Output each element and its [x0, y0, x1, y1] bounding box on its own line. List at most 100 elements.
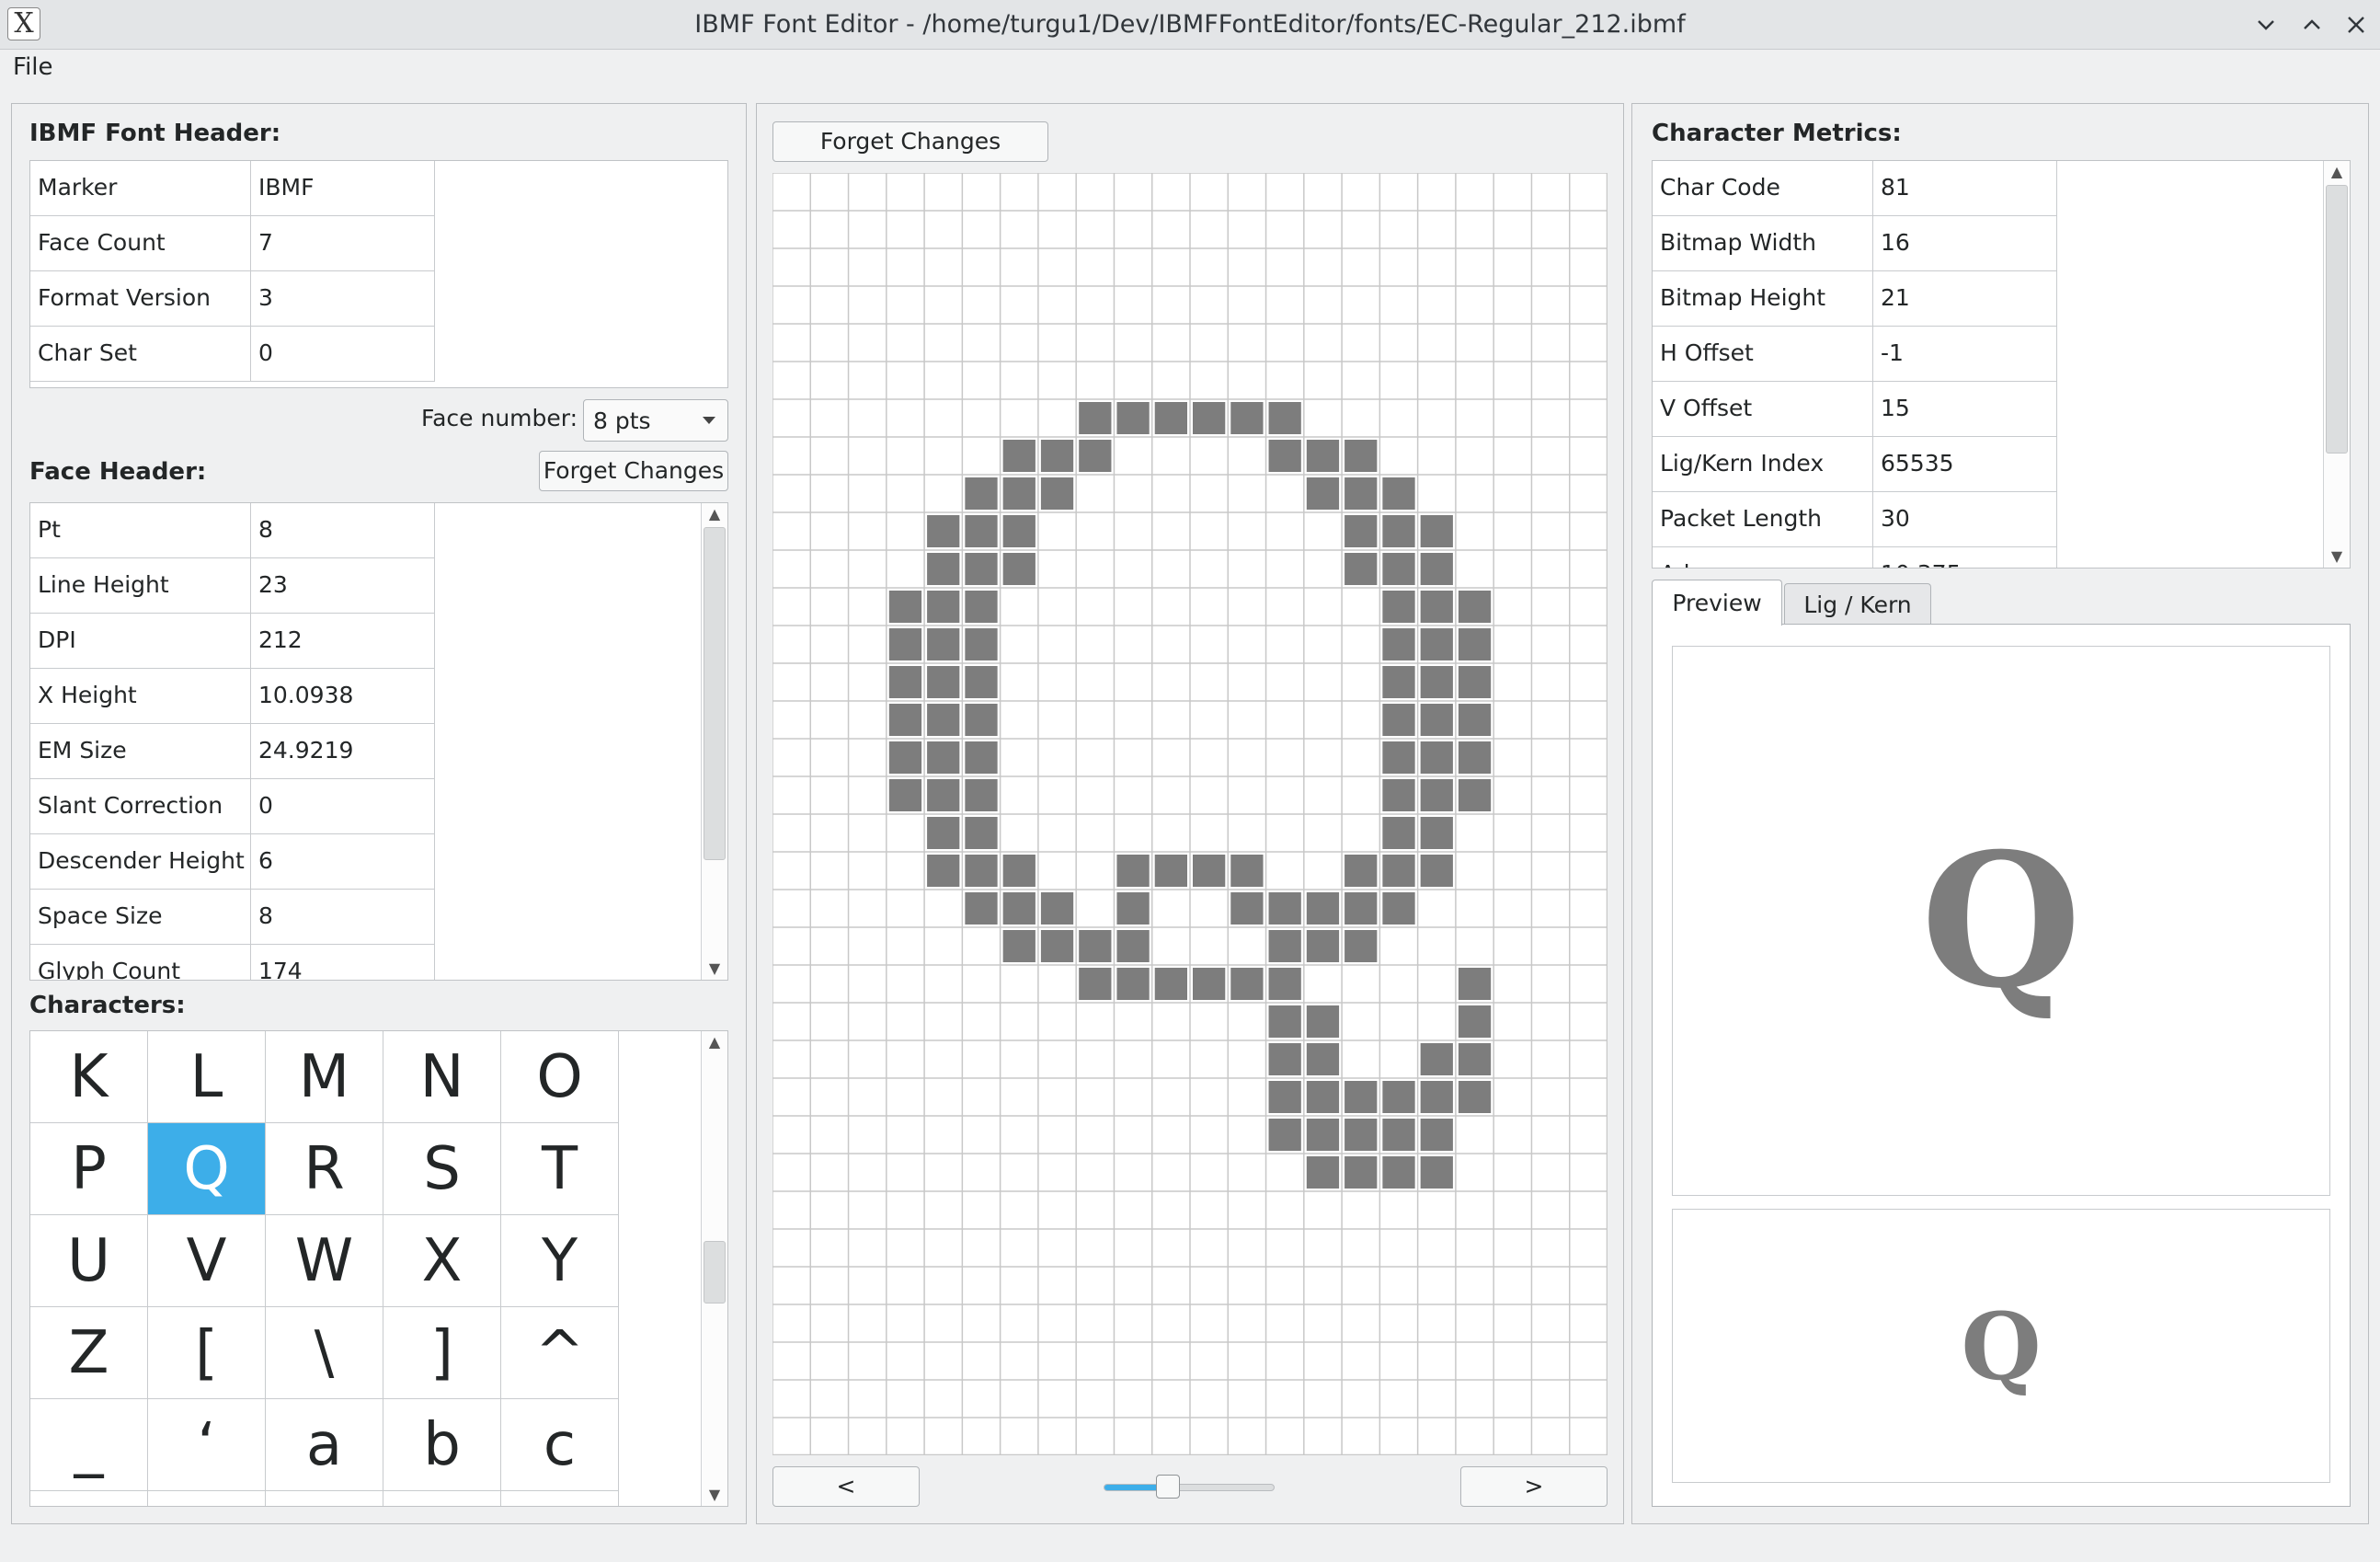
filled-pixel[interactable]	[1306, 1081, 1340, 1113]
filled-pixel[interactable]	[1002, 855, 1036, 887]
char-cell[interactable]: T	[501, 1123, 619, 1215]
filled-pixel[interactable]	[1079, 440, 1112, 472]
filled-pixel[interactable]	[888, 704, 922, 736]
row-value[interactable]: 65535	[1873, 437, 2057, 492]
scroll-up-icon[interactable]: ▲	[702, 1031, 727, 1053]
filled-pixel[interactable]	[1230, 402, 1264, 434]
filled-pixel[interactable]	[1002, 892, 1036, 925]
filled-pixel[interactable]	[1306, 1156, 1340, 1189]
char-cell[interactable]: V	[148, 1215, 266, 1307]
editor-forget-changes-button[interactable]: Forget Changes	[772, 121, 1048, 162]
filled-pixel[interactable]	[1458, 968, 1492, 1000]
filled-pixel[interactable]	[1382, 1081, 1415, 1113]
filled-pixel[interactable]	[1420, 553, 1453, 585]
filled-pixel[interactable]	[927, 515, 960, 547]
filled-pixel[interactable]	[1268, 930, 1301, 962]
row-value[interactable]: 174	[251, 945, 435, 980]
filled-pixel[interactable]	[1458, 704, 1492, 736]
char-cell[interactable]: O	[501, 1031, 619, 1123]
row-value[interactable]: 15	[1873, 382, 2057, 437]
filled-pixel[interactable]	[1306, 477, 1340, 510]
filled-pixel[interactable]	[1420, 779, 1453, 811]
filled-pixel[interactable]	[1079, 930, 1112, 962]
filled-pixel[interactable]	[1079, 402, 1112, 434]
char-cell[interactable]: P	[30, 1123, 148, 1215]
filled-pixel[interactable]	[1382, 741, 1415, 774]
filled-pixel[interactable]	[1458, 591, 1492, 623]
filled-pixel[interactable]	[1040, 892, 1074, 925]
filled-pixel[interactable]	[927, 817, 960, 849]
filled-pixel[interactable]	[888, 591, 922, 623]
filled-pixel[interactable]	[927, 553, 960, 585]
filled-pixel[interactable]	[1458, 1005, 1492, 1038]
row-value[interactable]: 30	[1873, 492, 2057, 547]
row-value[interactable]: 3	[251, 271, 435, 327]
filled-pixel[interactable]	[1193, 402, 1226, 434]
filled-pixel[interactable]	[965, 741, 998, 774]
previous-char-button[interactable]: <	[772, 1466, 920, 1507]
filled-pixel[interactable]	[965, 666, 998, 698]
filled-pixel[interactable]	[965, 892, 998, 925]
filled-pixel[interactable]	[927, 741, 960, 774]
row-value[interactable]: 6	[251, 834, 435, 890]
filled-pixel[interactable]	[1193, 968, 1226, 1000]
filled-pixel[interactable]	[1116, 855, 1150, 887]
char-cell[interactable]: W	[266, 1215, 383, 1307]
row-value[interactable]: 10.375	[1873, 547, 2057, 568]
filled-pixel[interactable]	[1040, 477, 1074, 510]
face-number-select[interactable]: 8 pts	[583, 399, 728, 442]
filled-pixel[interactable]	[1268, 968, 1301, 1000]
char-cell[interactable]: [	[148, 1307, 266, 1399]
char-cell[interactable]: Z	[30, 1307, 148, 1399]
filled-pixel[interactable]	[1268, 1119, 1301, 1151]
filled-pixel[interactable]	[1344, 892, 1378, 925]
zoom-slider[interactable]	[1104, 1475, 1275, 1499]
filled-pixel[interactable]	[965, 591, 998, 623]
scroll-down-icon[interactable]: ▼	[2324, 546, 2350, 568]
zoom-slider-handle[interactable]	[1156, 1475, 1180, 1499]
filled-pixel[interactable]	[1154, 968, 1187, 1000]
filled-pixel[interactable]	[1002, 553, 1036, 585]
char-cell[interactable]	[266, 1491, 383, 1506]
row-value[interactable]: 81	[1873, 161, 2057, 216]
filled-pixel[interactable]	[888, 779, 922, 811]
filled-pixel[interactable]	[1458, 1081, 1492, 1113]
char-cell[interactable]	[30, 1491, 148, 1506]
char-cell[interactable]: ‘	[148, 1399, 266, 1491]
filled-pixel[interactable]	[1002, 477, 1036, 510]
face-header-scrollbar[interactable]: ▲ ▼	[701, 503, 727, 980]
filled-pixel[interactable]	[1420, 1119, 1453, 1151]
filled-pixel[interactable]	[927, 591, 960, 623]
char-cell[interactable]: K	[30, 1031, 148, 1123]
scroll-handle[interactable]	[704, 1241, 726, 1304]
scroll-up-icon[interactable]: ▲	[702, 503, 727, 525]
filled-pixel[interactable]	[927, 666, 960, 698]
filled-pixel[interactable]	[927, 779, 960, 811]
row-value[interactable]: 0	[251, 327, 435, 382]
char-cell[interactable]: a	[266, 1399, 383, 1491]
filled-pixel[interactable]	[888, 628, 922, 660]
scroll-down-icon[interactable]: ▼	[702, 958, 727, 980]
filled-pixel[interactable]	[1382, 628, 1415, 660]
filled-pixel[interactable]	[1382, 704, 1415, 736]
filled-pixel[interactable]	[1458, 1043, 1492, 1075]
filled-pixel[interactable]	[927, 855, 960, 887]
filled-pixel[interactable]	[1382, 779, 1415, 811]
filled-pixel[interactable]	[1382, 817, 1415, 849]
filled-pixel[interactable]	[1344, 477, 1378, 510]
char-cell[interactable]: _	[30, 1399, 148, 1491]
tab-lig-kern[interactable]: Lig / Kern	[1784, 583, 1931, 626]
filled-pixel[interactable]	[1420, 855, 1453, 887]
filled-pixel[interactable]	[1420, 666, 1453, 698]
filled-pixel[interactable]	[888, 666, 922, 698]
char-cell[interactable]: ]	[383, 1307, 501, 1399]
filled-pixel[interactable]	[1116, 968, 1150, 1000]
bitmap-editor-grid[interactable]	[772, 173, 1608, 1455]
filled-pixel[interactable]	[1382, 515, 1415, 547]
filled-pixel[interactable]	[1420, 515, 1453, 547]
filled-pixel[interactable]	[1382, 1156, 1415, 1189]
close-button[interactable]	[2338, 7, 2374, 42]
maximize-button[interactable]	[2294, 7, 2330, 42]
char-cell[interactable]: S	[383, 1123, 501, 1215]
filled-pixel[interactable]	[1230, 892, 1264, 925]
